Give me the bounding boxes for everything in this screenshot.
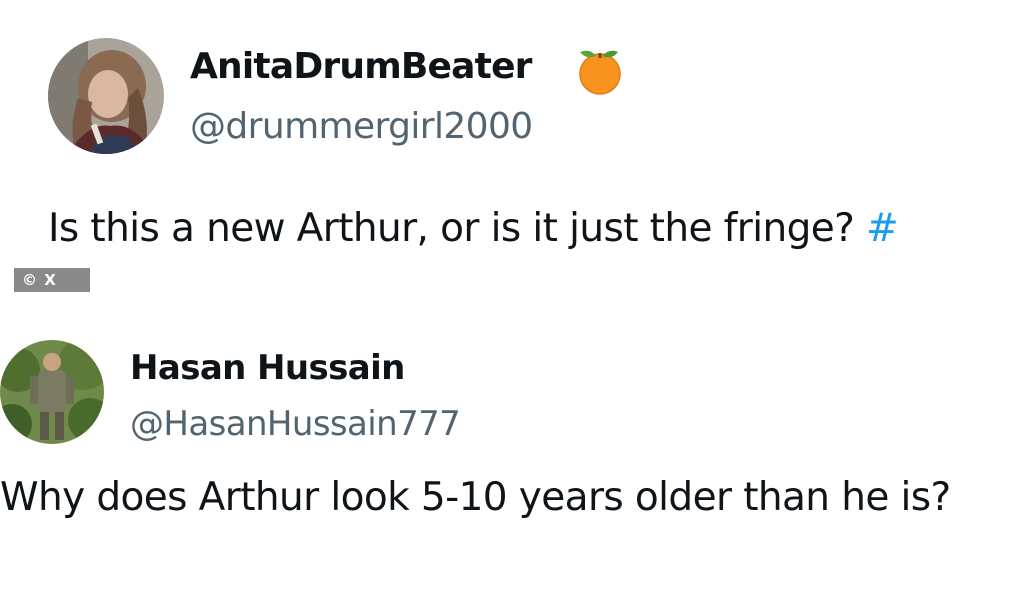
orange-emoji-icon — [574, 44, 626, 96]
display-name[interactable]: AnitaDrumBeater — [190, 46, 532, 87]
tweet-body: Is this a new Arthur, or is it just the … — [48, 206, 867, 251]
tweet-text: Why does Arthur look 5-10 years older th… — [0, 475, 951, 520]
tweet-hasanhussain[interactable]: Hasan Hussain @HasanHussain777 Why does … — [0, 292, 1024, 597]
avatar-hasanhussain[interactable] — [0, 340, 104, 444]
avatar-anitadrumbeater[interactable] — [48, 38, 164, 154]
tweet-anitadrumbeater[interactable]: AnitaDrumBeater @drummergirl2000 Is this… — [0, 0, 1024, 268]
tweet-text: Is this a new Arthur, or is it just the … — [48, 206, 899, 251]
user-handle[interactable]: @drummergirl2000 — [190, 106, 533, 147]
hashtag-link[interactable]: # — [866, 206, 899, 251]
user-handle[interactable]: @HasanHussain777 — [130, 404, 461, 444]
x-watermark: © X — [14, 268, 90, 292]
display-name[interactable]: Hasan Hussain — [130, 348, 405, 388]
